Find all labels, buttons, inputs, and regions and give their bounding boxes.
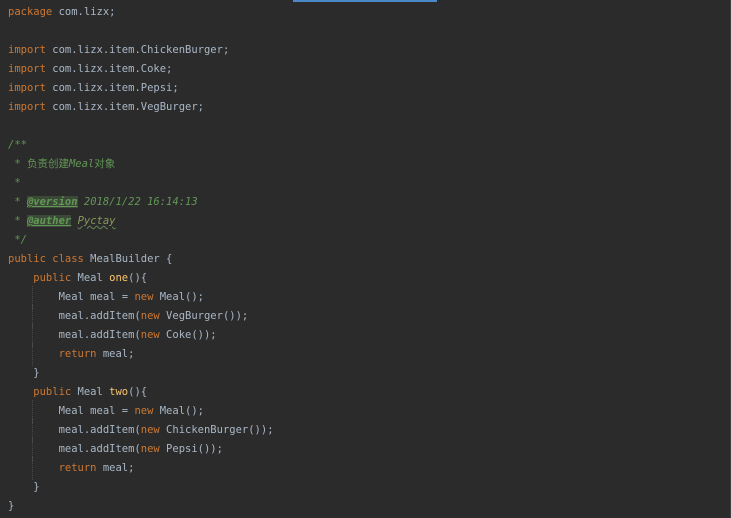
- code-line-text: meal.addItem(new ChickenBurger());: [8, 421, 274, 440]
- code-line-text: return meal;: [8, 345, 135, 364]
- code-token: Meal: [68, 158, 95, 170]
- code-token: Meal();: [153, 405, 204, 417]
- code-token: 2018/1/22 16:14:13: [77, 196, 198, 208]
- code-token: package: [8, 6, 53, 18]
- code-token: two: [109, 386, 129, 398]
- code-token: meal;: [96, 348, 135, 360]
- code-token: }: [8, 481, 40, 493]
- code-editor[interactable]: package com.lizx; import com.lizx.item.Ch…: [0, 0, 731, 518]
- code-token: Meal();: [153, 291, 204, 303]
- code-token: new: [140, 424, 160, 436]
- code-token: ChickenBurger());: [159, 424, 274, 436]
- code-token: public class: [8, 253, 84, 265]
- code-line-text: public Meal two(){: [8, 383, 147, 402]
- code-line-text: Meal meal = new Meal();: [8, 288, 204, 307]
- code-token: }: [8, 500, 15, 512]
- code-token: *: [8, 177, 21, 189]
- code-token: (){: [128, 386, 148, 398]
- code-line-text: import com.lizx.item.VegBurger;: [8, 98, 204, 117]
- code-token: return: [58, 462, 97, 474]
- code-token: return: [58, 348, 97, 360]
- code-token: Meal: [71, 272, 110, 284]
- code-line-text: }: [8, 478, 40, 497]
- code-line-text: *: [8, 174, 21, 193]
- code-token: VegBurger());: [159, 310, 249, 322]
- code-token: new: [134, 291, 154, 303]
- code-line-text: }: [8, 497, 14, 516]
- code-line-text: import com.lizx.item.Pepsi;: [8, 79, 179, 98]
- code-token: import: [8, 44, 46, 56]
- code-token: *: [8, 215, 27, 227]
- code-token: import: [8, 82, 46, 94]
- code-token: meal.addItem(: [8, 424, 141, 436]
- code-token: Meal meal =: [8, 405, 135, 417]
- code-token: one: [109, 272, 129, 284]
- code-token: Meal: [71, 386, 110, 398]
- code-line-text: import com.lizx.item.Coke;: [8, 60, 172, 79]
- code-token: com.lizx.item.VegBurger;: [45, 101, 204, 113]
- code-line-text: meal.addItem(new VegBurger());: [8, 307, 249, 326]
- code-line-text: * @auther Pyctay: [8, 212, 116, 231]
- code-line-text: return meal;: [8, 459, 135, 478]
- code-token: 对象: [94, 158, 116, 170]
- code-line-text: public class MealBuilder {: [8, 250, 172, 269]
- code-token: meal.addItem(: [8, 443, 141, 455]
- code-line-text: meal.addItem(new Pepsi());: [8, 440, 223, 459]
- code-token: import: [8, 101, 46, 113]
- code-token: Meal meal =: [8, 291, 135, 303]
- code-line-text: /**: [8, 136, 27, 155]
- code-line-text: meal.addItem(new Coke());: [8, 326, 217, 345]
- code-token: MealBuilder {: [83, 253, 173, 265]
- code-token: @version: [26, 196, 78, 208]
- code-token: Pepsi());: [159, 443, 223, 455]
- code-token: meal.addItem(: [8, 329, 141, 341]
- code-token: new: [140, 443, 160, 455]
- active-tab-indicator: [293, 0, 437, 2]
- code-token: */: [8, 234, 27, 246]
- code-token: meal.addItem(: [8, 310, 141, 322]
- code-line-text: package com.lizx;: [8, 3, 115, 22]
- code-token: Coke());: [159, 329, 217, 341]
- code-line-text: }: [8, 364, 40, 383]
- code-token: new: [140, 329, 160, 341]
- code-token: meal;: [96, 462, 135, 474]
- code-token: public: [8, 272, 72, 284]
- code-line-text: * @version 2018/1/22 16:14:13: [8, 193, 198, 212]
- code-line-text: import com.lizx.item.ChickenBurger;: [8, 41, 229, 60]
- code-token: }: [8, 367, 40, 379]
- code-line-text: * 负责创建Meal对象: [8, 155, 115, 174]
- code-token: new: [140, 310, 160, 322]
- code-token: Pyctay: [77, 215, 116, 227]
- code-token: /**: [8, 139, 27, 151]
- code-token: com.lizx.item.Pepsi;: [45, 82, 179, 94]
- code-token: *: [8, 158, 27, 170]
- code-line-text: public Meal one(){: [8, 269, 147, 288]
- code-token: @auther: [26, 215, 72, 227]
- code-token: 负责创建: [26, 158, 69, 170]
- code-token: com.lizx.item.ChickenBurger;: [45, 44, 230, 56]
- code-token: (){: [128, 272, 148, 284]
- code-token: com.lizx;: [52, 6, 116, 18]
- code-token: public: [8, 386, 72, 398]
- code-line-text: Meal meal = new Meal();: [8, 402, 204, 421]
- code-token: *: [8, 196, 27, 208]
- code-token: com.lizx.item.Coke;: [45, 63, 173, 75]
- code-token: import: [8, 63, 46, 75]
- code-line-text: */: [8, 231, 27, 250]
- code-token: new: [134, 405, 154, 417]
